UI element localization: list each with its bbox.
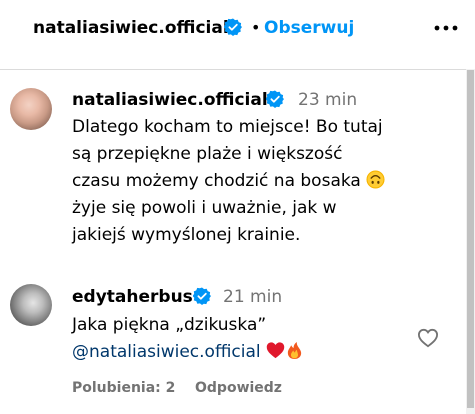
comment-text-line2: @nataliasiwiec.official — [72, 339, 304, 365]
upside-down-face-icon — [366, 170, 385, 189]
comment-username[interactable]: nataliasiwiec.official — [72, 89, 268, 111]
mention-link[interactable]: @nataliasiwiec.official — [72, 342, 261, 362]
comment-timestamp[interactable]: 21 min — [223, 286, 282, 308]
separator-dot: • — [251, 18, 261, 37]
comments-panel: nataliasiwiec.official • Obserwuj natali… — [0, 0, 475, 414]
more-horizontal-icon[interactable] — [433, 16, 459, 40]
comment-text: Dlatego kocham to miejsce! Bo tutaj są p… — [72, 114, 392, 249]
post-header: nataliasiwiec.official • Obserwuj — [0, 0, 475, 62]
comment-text: Jaka piękna „dzikuska” — [72, 315, 267, 335]
likes-count-button[interactable]: Polubienia: 2 — [72, 379, 175, 397]
red-heart-icon — [266, 341, 285, 360]
verified-badge-icon — [265, 90, 284, 112]
avatar[interactable] — [10, 284, 52, 326]
fire-icon — [285, 341, 304, 360]
heart-outline-icon[interactable] — [417, 328, 439, 348]
follow-button[interactable]: Obserwuj — [264, 17, 354, 39]
verified-badge-icon — [192, 287, 211, 309]
comment-username[interactable]: edytaherbus — [72, 286, 193, 308]
verified-badge-icon — [223, 18, 242, 40]
comment-timestamp[interactable]: 23 min — [298, 89, 357, 111]
comment-text-part2: żyje się powoli i uważnie, jak w jakiejś… — [72, 198, 337, 245]
reply-button[interactable]: Odpowiedz — [195, 379, 282, 397]
header-username[interactable]: nataliasiwiec.official — [33, 17, 229, 39]
header-divider — [0, 69, 475, 70]
comment-text-part1: Dlatego kocham to miejsce! Bo tutaj są p… — [72, 117, 383, 191]
scrollbar-thumb[interactable] — [467, 70, 474, 408]
avatar[interactable] — [10, 88, 52, 130]
